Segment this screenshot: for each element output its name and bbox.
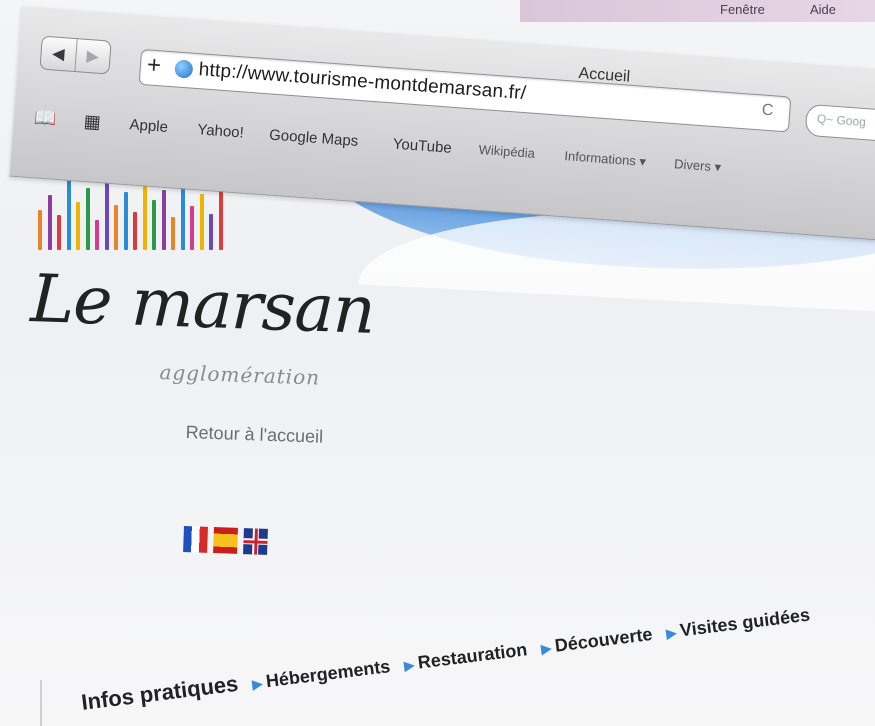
flag-fr-icon[interactable] [183, 526, 208, 553]
back-button[interactable]: ◀ [40, 37, 76, 71]
history-buttons: ◀ ▶ [39, 35, 112, 75]
os-menubar: Fenêtre Aide [520, 0, 875, 22]
logo-bar [104, 175, 109, 250]
bookmark-youtube[interactable]: YouTube [392, 136, 452, 157]
language-flags [183, 526, 268, 555]
bookmark-divers[interactable]: Divers ▾ [674, 156, 722, 175]
top-sites-grid-icon[interactable]: ▦ [83, 111, 101, 133]
logo-bar [95, 220, 99, 250]
logo-bar [209, 214, 213, 250]
nav-arrow-icon: ▶ [403, 657, 416, 674]
forward-button[interactable]: ▶ [73, 39, 111, 74]
logo-bar [123, 192, 128, 250]
logo-bar [85, 188, 90, 250]
flag-es-icon[interactable] [213, 527, 238, 554]
logo-bar [152, 200, 156, 250]
logo-bar [114, 205, 118, 250]
menu-help[interactable]: Aide [810, 2, 836, 17]
logo-bar [142, 182, 147, 250]
add-bookmark-icon[interactable]: + [146, 51, 162, 80]
logo-bar [76, 202, 80, 250]
forward-arrow-icon: ▶ [85, 47, 100, 66]
back-arrow-icon: ◀ [51, 45, 66, 64]
logo-bar [133, 212, 137, 250]
logo-bar [66, 180, 71, 250]
logo-bar [38, 210, 42, 250]
search-placeholder: Q~ Goog [816, 111, 867, 130]
logo-bar [199, 194, 204, 250]
screenshot-frame: Le marsan agglomération Retour à l'accue… [0, 0, 875, 726]
menu-window[interactable]: Fenêtre [720, 2, 765, 17]
reload-icon[interactable]: C [761, 101, 774, 120]
bookmark-wikipedia[interactable]: Wikipédia [478, 142, 535, 161]
nav-arrow-icon: ▶ [540, 640, 553, 657]
bookmark-yahoo[interactable]: Yahoo! [197, 121, 245, 141]
bookmarks-book-icon[interactable]: 📖 [33, 107, 57, 130]
logo-bar [47, 195, 52, 250]
search-field[interactable]: Q~ Goog [804, 103, 875, 147]
bookmark-google-maps[interactable]: Google Maps [269, 126, 359, 149]
logo-bar [218, 186, 223, 250]
logo-bar [161, 190, 166, 250]
bookmark-apple[interactable]: Apple [129, 116, 169, 136]
bookmark-informations[interactable]: Informations ▾ [564, 148, 647, 170]
logo-bar [171, 217, 175, 250]
logo-title[interactable]: Le marsan [29, 260, 376, 349]
globe-icon [174, 59, 194, 79]
logo-bar [57, 215, 61, 250]
nav-arrow-icon: ▶ [251, 675, 264, 692]
nav-divider [40, 680, 42, 726]
flag-uk-icon[interactable] [243, 528, 268, 555]
url-text[interactable]: http://www.tourisme-montdemarsan.fr/ [198, 59, 527, 105]
logo-bar [190, 206, 194, 250]
nav-arrow-icon: ▶ [665, 624, 678, 642]
